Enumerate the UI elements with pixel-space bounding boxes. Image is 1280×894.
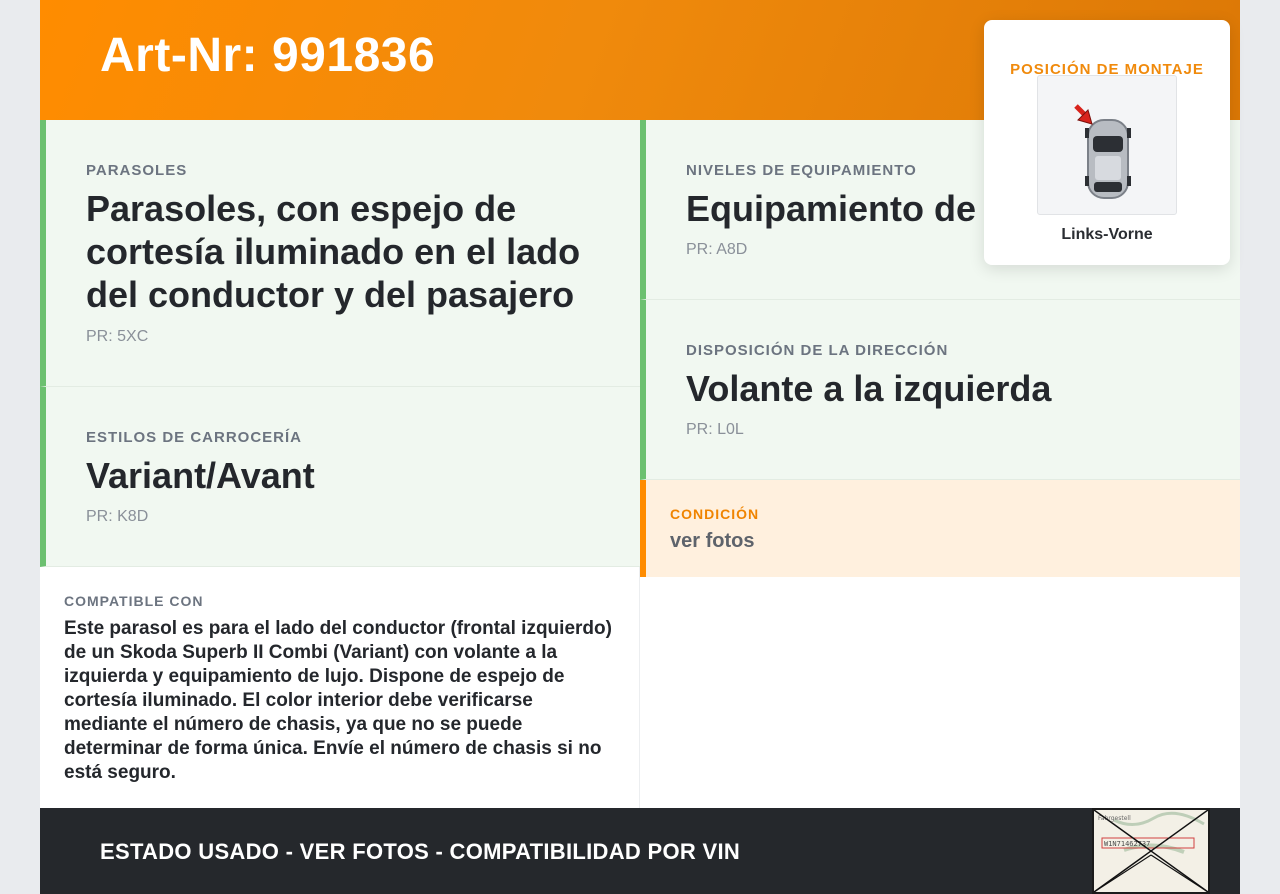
card-label: PARASOLES — [86, 162, 188, 179]
footer-banner: ESTADO USADO - VER FOTOS - COMPATIBILIDA… — [40, 808, 1240, 894]
compatibility-section: COMPATIBLE CON Este parasol es para el l… — [40, 567, 640, 808]
footer-text: ESTADO USADO - VER FOTOS - COMPATIBILIDA… — [100, 839, 741, 864]
vin-document-image: Fahrgestell W1N71462737 — [1092, 808, 1210, 894]
card-pr-code: PR: 5XC — [86, 328, 149, 345]
card-value: Variant/Avant — [86, 455, 315, 496]
condition-box: CONDICIÓN ver fotos — [640, 480, 1240, 577]
compatibility-label: COMPATIBLE CON — [64, 593, 204, 609]
mounting-position-value: Links-Vorne — [1061, 226, 1153, 243]
card-label: DISPOSICIÓN DE LA DIRECCIÓN — [686, 342, 949, 359]
article-number-title: Art-Nr: 991836 — [100, 29, 436, 82]
card-label: ESTILOS DE CARROCERÍA — [86, 429, 303, 446]
condition-label: CONDICIÓN — [670, 506, 760, 522]
mounting-position-card: POSICIÓN DE MONTAJE Links-Vorne — [984, 20, 1230, 265]
vin-envelope-icon: Fahrgestell W1N71462737 — [1093, 809, 1209, 893]
car-position-image — [1037, 75, 1177, 215]
card-pr-code: PR: A8D — [686, 241, 748, 258]
position-arrow-icon — [1074, 104, 1093, 125]
card-parasoles: PARASOLES Parasoles, con espejo de corte… — [40, 120, 640, 387]
card-body-style: ESTILOS DE CARROCERÍA Variant/Avant PR: … — [40, 387, 640, 567]
car-topview-icon — [1074, 104, 1131, 199]
card-value: Parasoles, con espejo de cortesía ilumin… — [86, 188, 581, 315]
condition-value: ver fotos — [670, 530, 755, 552]
card-value: Volante a la izquierda — [686, 368, 1052, 409]
card-steering: DISPOSICIÓN DE LA DIRECCIÓN Volante a la… — [640, 300, 1240, 480]
vin-number-text: W1N71462737 — [1104, 840, 1150, 848]
compatibility-text: Este parasol es para el lado del conduct… — [64, 618, 612, 783]
card-value: Equipamiento de — [686, 188, 977, 229]
card-pr-code: PR: L0L — [686, 421, 744, 438]
card-pr-code: PR: K8D — [86, 508, 149, 525]
card-label: NIVELES DE EQUIPAMIENTO — [686, 162, 917, 179]
